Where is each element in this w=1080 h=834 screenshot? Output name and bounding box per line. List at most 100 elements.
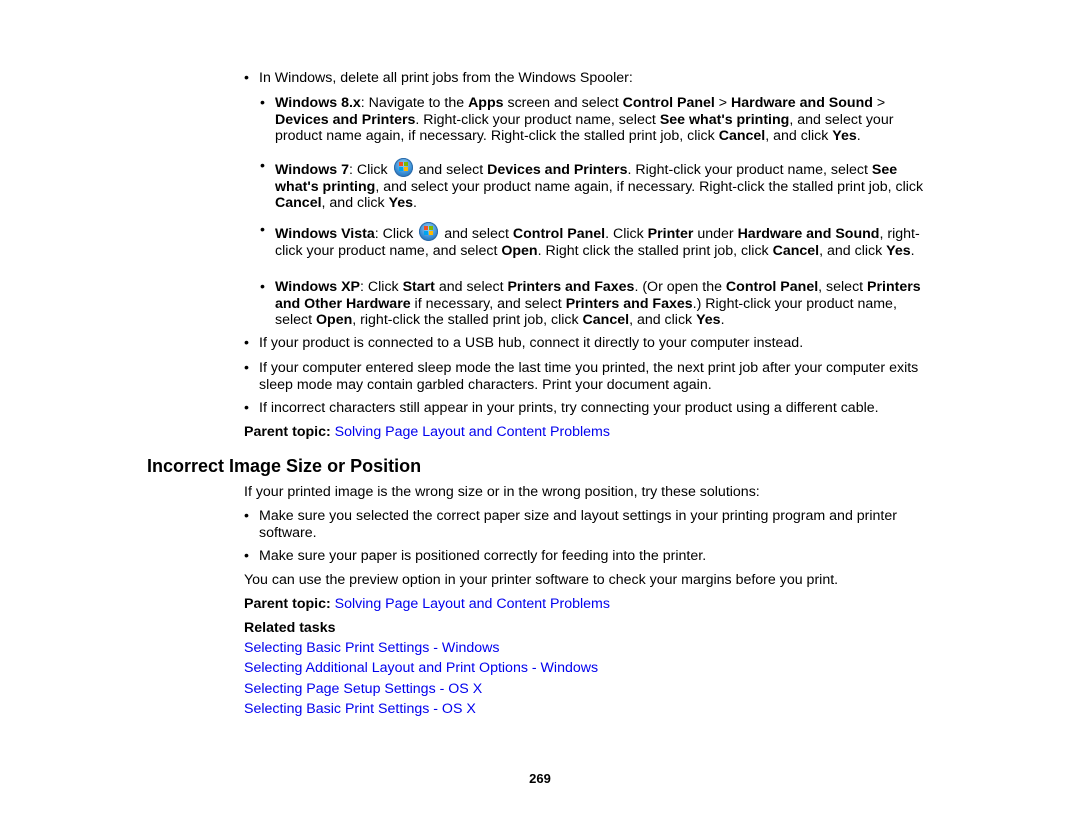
text: , and click	[819, 242, 887, 259]
text: >	[714, 95, 732, 111]
sleep-mode-text: If your computer entered sleep mode the …	[259, 360, 919, 393]
text: .	[856, 128, 861, 144]
text: : Click	[348, 162, 392, 178]
section-intro: If your printed image is the wrong size …	[244, 484, 760, 500]
list-item-sleep-mode: • If your computer entered sleep mode th…	[244, 360, 934, 393]
ui-term: Cancel	[718, 128, 766, 144]
text: and select	[440, 226, 513, 242]
bullet: •	[260, 222, 265, 238]
spooler-intro-text: In Windows, delete all print jobs from t…	[259, 70, 633, 86]
ui-term: Devices and Printers	[487, 162, 628, 178]
list-item-windows-vista: • Windows Vista: Click and select Contro…	[260, 222, 930, 259]
list-item-cable: • If incorrect characters still appear i…	[244, 400, 934, 417]
text: . Right-click your product name, select	[627, 162, 872, 178]
ui-term: Cancel	[772, 242, 820, 259]
text: , right-click the stalled print job, cli…	[352, 312, 583, 328]
text: . Right-click your product name, select	[415, 111, 660, 128]
parent-topic-link[interactable]: Solving Page Layout and Content Problems	[335, 596, 610, 612]
text: if necessary, and select	[410, 295, 566, 312]
parent-topic-label: Parent topic:	[244, 424, 331, 440]
bullet: •	[244, 508, 249, 524]
text: >	[872, 95, 886, 111]
text: under	[693, 226, 738, 242]
list-item-spooler: • In Windows, delete all print jobs from…	[244, 70, 934, 87]
text: and select	[434, 279, 508, 295]
text: : Click	[360, 279, 403, 295]
text: , and select your product name again, if…	[375, 178, 924, 195]
related-task-link[interactable]: Selecting Basic Print Settings - Windows	[244, 640, 499, 656]
related-task-link[interactable]: Selecting Page Setup Settings - OS X	[244, 681, 482, 697]
related-tasks-label: Related tasks	[244, 620, 336, 636]
list-item-paper-position: • Make sure your paper is positioned cor…	[244, 548, 934, 565]
text: , and click	[765, 128, 833, 144]
windows-xp-text: Windows XP: Click Start and select Print…	[275, 279, 930, 329]
bullet: •	[244, 400, 249, 416]
paper-size-text: Make sure you selected the correct paper…	[259, 508, 897, 541]
ui-term: Yes	[388, 195, 414, 211]
text: .	[720, 312, 725, 328]
bullet: •	[244, 548, 249, 564]
text: . Click	[605, 226, 648, 242]
windows-start-orb-icon	[393, 158, 413, 177]
ui-term: Hardware and Sound	[737, 226, 880, 242]
ui-term: Open	[501, 242, 538, 259]
ui-term: Yes	[696, 312, 721, 328]
ui-term: Cancel	[582, 312, 630, 328]
bullet: •	[260, 158, 265, 174]
text: , and click	[629, 312, 697, 328]
ui-term: See what's printing	[659, 111, 790, 128]
ui-term: Control Panel	[622, 95, 715, 111]
page-number: 269	[529, 771, 551, 786]
ui-term: Apps	[468, 95, 504, 111]
os-label: Windows 8.x	[275, 95, 361, 111]
cable-text: If incorrect characters still appear in …	[259, 400, 879, 416]
text: : Navigate to the	[360, 95, 469, 111]
os-label: Windows XP	[275, 279, 361, 295]
list-item-windows-7: • Windows 7: Click and select Devices an…	[260, 158, 930, 212]
os-label: Windows 7	[275, 162, 349, 178]
section-title: Incorrect Image Size or Position	[147, 456, 422, 476]
parent-topic-label: Parent topic:	[244, 596, 331, 612]
ui-term: Yes	[886, 242, 911, 259]
ui-term: Control Panel	[512, 226, 606, 242]
text: screen and select	[503, 95, 623, 111]
ui-term: Cancel	[275, 195, 322, 211]
list-item-usb-hub: • If your product is connected to a USB …	[244, 335, 934, 352]
parent-topic: Parent topic: Solving Page Layout and Co…	[244, 424, 610, 441]
windows-7-text: Windows 7: Click and select Devices and …	[275, 158, 930, 212]
ui-term: Printers and Faxes	[565, 295, 693, 312]
preview-note: You can use the preview option in your p…	[244, 572, 839, 588]
text: , and click	[321, 195, 389, 211]
parent-topic-2: Parent topic: Solving Page Layout and Co…	[244, 596, 610, 613]
bullet: •	[260, 95, 265, 111]
text: : Click	[374, 226, 418, 242]
ui-term: Start	[402, 279, 435, 295]
related-task-link[interactable]: Selecting Additional Layout and Print Op…	[244, 660, 598, 676]
bullet: •	[244, 335, 249, 351]
text: , select	[818, 279, 868, 295]
list-item-windows-8: • Windows 8.x: Navigate to the Apps scre…	[260, 95, 930, 145]
list-item-windows-xp: • Windows XP: Click Start and select Pri…	[260, 279, 930, 329]
windows-8-text: Windows 8.x: Navigate to the Apps screen…	[275, 95, 930, 145]
related-task-link[interactable]: Selecting Basic Print Settings - OS X	[244, 701, 476, 717]
bullet: •	[244, 360, 249, 376]
ui-term: Printer	[647, 226, 694, 242]
os-label: Windows Vista	[275, 226, 375, 242]
windows-start-orb-icon	[419, 222, 439, 241]
text: . (Or open the	[634, 279, 726, 295]
parent-topic-link[interactable]: Solving Page Layout and Content Problems	[335, 424, 610, 440]
ui-term: Open	[316, 312, 353, 328]
usb-hub-text: If your product is connected to a USB hu…	[259, 335, 804, 351]
text: . Right click the stalled print job, cli…	[537, 242, 773, 259]
ui-term: Yes	[832, 128, 857, 144]
paper-position-text: Make sure your paper is positioned corre…	[259, 548, 707, 564]
bullet: •	[260, 279, 265, 295]
text: .	[910, 242, 915, 259]
text: .	[413, 195, 417, 211]
ui-term: Printers and Faxes	[507, 279, 635, 295]
bullet: •	[244, 70, 249, 86]
windows-vista-text: Windows Vista: Click and select Control …	[275, 222, 930, 259]
ui-term: Control Panel	[725, 279, 819, 295]
related-tasks-list: Selecting Basic Print Settings - Windows…	[244, 640, 598, 721]
text: and select	[414, 162, 488, 178]
